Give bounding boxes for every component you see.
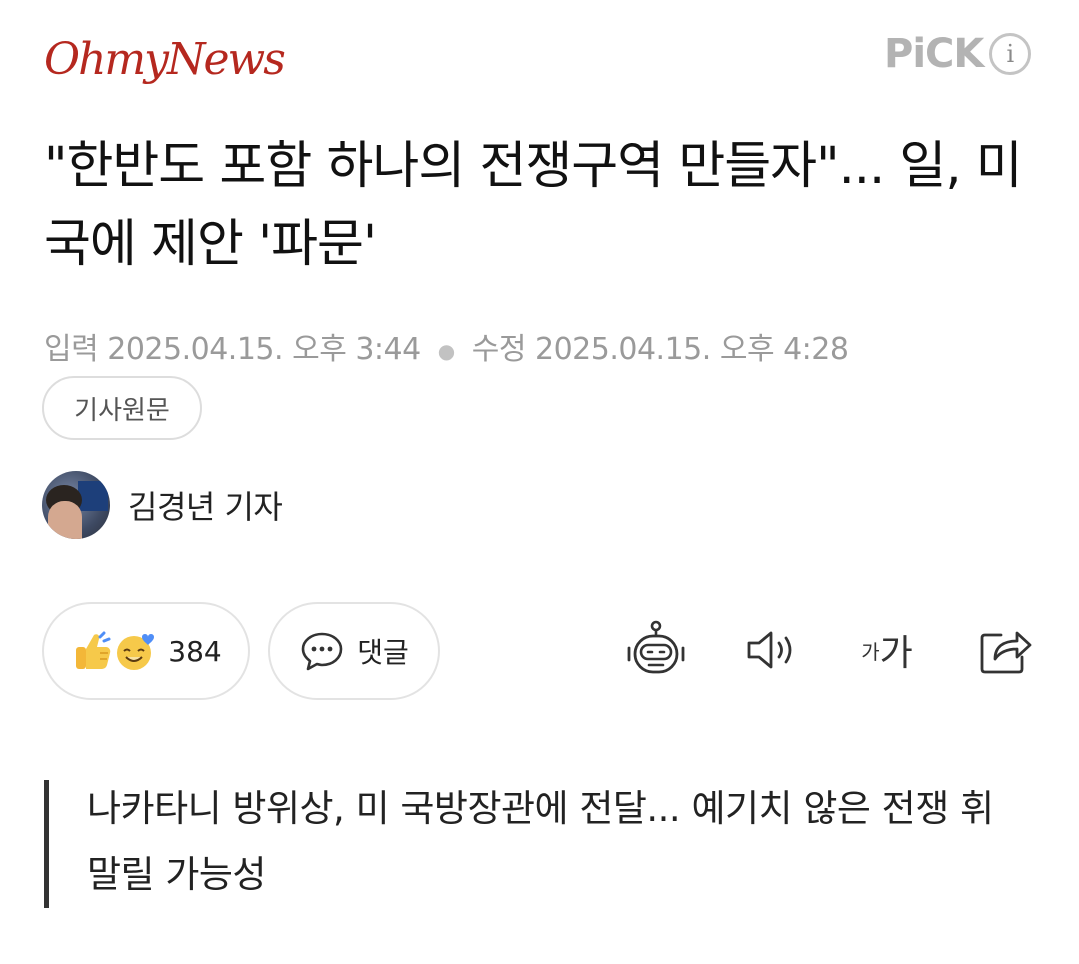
info-icon[interactable]: i [989,33,1032,75]
comment-button[interactable]: 댓글 [268,602,440,700]
speaker-icon [747,631,792,669]
reporter-info[interactable]: 김경년 기자 [42,470,283,540]
summary-bot-button[interactable] [624,618,688,682]
reaction-button[interactable]: 384 [42,602,250,700]
robot-summary-icon [627,620,685,674]
modified-label: 수정 [471,332,527,367]
reporter-avatar[interactable] [42,471,110,539]
article-dateline: 입력 2025.04.15. 오후 3:44 ● 수정 2025.04.15. … [44,326,849,374]
thumbs-up-icon [76,631,111,669]
comment-label: 댓글 [357,636,409,669]
reporter-name[interactable]: 김경년 기자 [128,482,283,528]
comment-bubble-icon [301,632,343,671]
dot-separator: ● [437,338,455,363]
pick-badge: PiCK i [884,30,1032,78]
published-label: 입력 [44,332,99,367]
publisher-logo[interactable]: OhmyNews [44,28,286,92]
share-icon [980,631,1032,674]
reaction-icons [70,629,158,673]
font-size-button[interactable]: 가가 [852,618,922,682]
article-headline: "한반도 포함 하나의 전쟁구역 만들자"... 일, 미국에 제안 '파문' [44,137,1023,274]
font-size-small-glyph: 가 [861,639,880,664]
published-time: 2025.04.15. 오후 3:44 [107,332,421,367]
reaction-count: 384 [168,634,222,668]
share-button[interactable] [974,618,1038,682]
font-size-big-glyph: 가 [879,633,913,674]
summary-text: 나카타니 방위상, 미 국방장관에 전달... 예기치 않은 전쟁 휘말릴 가능… [87,787,994,896]
pick-label: PiCK [884,31,984,77]
smile-heart-icon [117,634,155,670]
modified-time: 2025.04.15. 오후 4:28 [535,332,849,367]
text-to-speech-button[interactable] [740,618,804,682]
article-summary: 나카타니 방위상, 미 국방장관에 전달... 예기치 않은 전쟁 휘말릴 가능… [44,780,1004,908]
original-article-button[interactable]: 기사원문 [42,376,202,440]
